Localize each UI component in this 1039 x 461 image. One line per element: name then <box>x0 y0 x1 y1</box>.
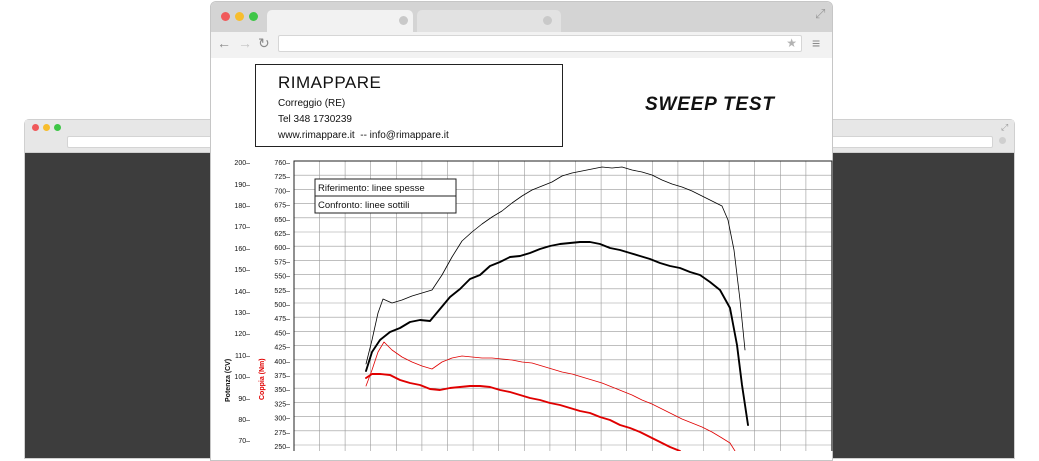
tab-close-icon[interactable] <box>543 16 552 25</box>
close-dot-icon[interactable] <box>32 124 39 131</box>
forward-arrow-icon[interactable]: → <box>238 36 252 50</box>
tab-bar: ⤢ <box>211 2 832 33</box>
address-bar[interactable] <box>831 136 993 148</box>
back-arrow-icon[interactable]: ← <box>217 36 231 50</box>
company-name: RIMAPPARE <box>278 73 382 92</box>
menu-dot-icon[interactable] <box>999 137 1006 144</box>
minimize-dot-icon[interactable] <box>43 124 50 131</box>
browser-toolbar: ← → ↻ ★ ≡ <box>211 32 832 59</box>
maximize-dot-icon[interactable] <box>54 124 61 131</box>
tab-active[interactable] <box>267 10 413 33</box>
company-web-email: www.rimappare.it -- info@rimappare.it <box>278 130 449 141</box>
tab-inactive[interactable] <box>417 10 561 33</box>
expand-icon[interactable]: ⤢ <box>1001 122 1008 133</box>
menu-hamburger-icon[interactable]: ≡ <box>812 35 820 51</box>
company-city: Correggio (RE) <box>278 98 346 109</box>
bookmark-star-icon[interactable]: ★ <box>786 36 797 50</box>
maximize-dot-icon[interactable] <box>249 12 258 21</box>
report-title: SWEEP TEST <box>645 94 775 115</box>
main-browser-window: ⤢ ← → ↻ ★ ≡ RIMAPPARE Correggio (RE) Tel… <box>210 1 833 461</box>
tab-close-icon[interactable] <box>399 16 408 25</box>
fullscreen-icon[interactable]: ⤢ <box>815 6 825 22</box>
address-bar[interactable]: ★ <box>278 35 802 52</box>
page-content: RIMAPPARE Correggio (RE) Tel 348 1730239… <box>211 58 832 460</box>
minimize-dot-icon[interactable] <box>235 12 244 21</box>
company-phone: Tel 348 1730239 <box>278 114 352 125</box>
close-dot-icon[interactable] <box>221 12 230 21</box>
company-info-box: RIMAPPARE Correggio (RE) Tel 348 1730239… <box>255 64 563 147</box>
reload-icon[interactable]: ↻ <box>258 36 270 50</box>
